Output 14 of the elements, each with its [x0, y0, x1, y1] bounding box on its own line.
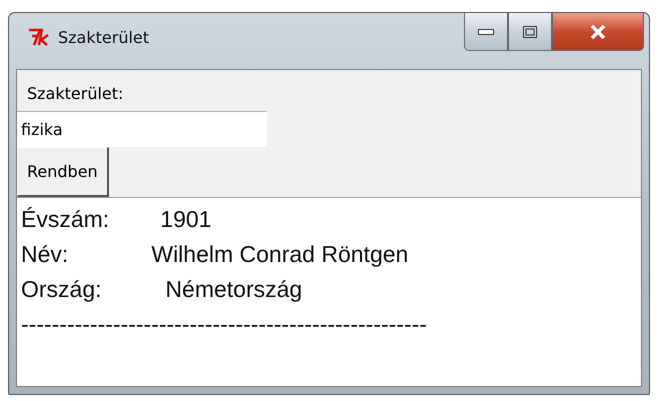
maximize-icon	[523, 26, 537, 38]
window-title: Szakterület	[58, 28, 150, 47]
output-line: -----------------------------------------------------	[21, 310, 427, 339]
maximize-button[interactable]	[508, 13, 552, 51]
minimize-button[interactable]	[464, 13, 508, 51]
output-line: Ország: Németország	[21, 275, 302, 304]
close-icon	[589, 24, 607, 40]
ok-button[interactable]: Rendben	[17, 147, 109, 197]
output-line: Évszám: 1901	[21, 205, 212, 234]
close-button[interactable]	[552, 13, 644, 51]
output-line: Név: Wilhelm Conrad Röntgen	[21, 240, 408, 269]
minimize-icon	[478, 28, 494, 34]
input-field[interactable]: fizika	[17, 111, 267, 147]
field-label: Szakterület:	[26, 83, 124, 105]
